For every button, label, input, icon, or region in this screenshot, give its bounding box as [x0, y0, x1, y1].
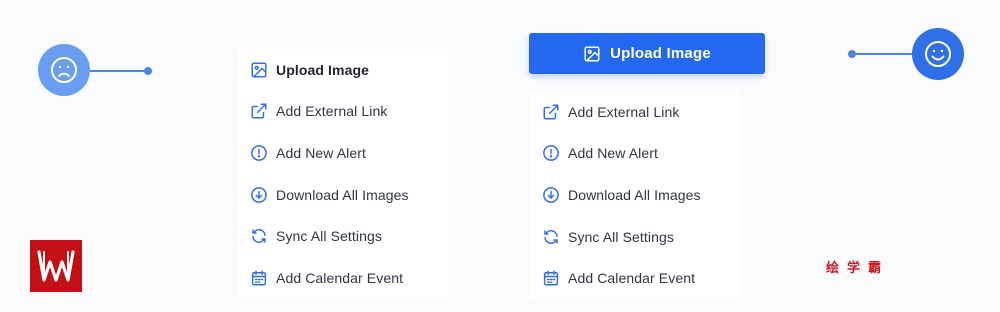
external-link-icon [250, 102, 268, 120]
image-icon [250, 61, 268, 79]
menu-item-add-new-alert[interactable]: Add New Alert [530, 132, 740, 175]
download-circle-icon [250, 186, 268, 204]
menu-item-label: Download All Images [276, 186, 409, 203]
menu-item-upload-image[interactable]: Upload Image [238, 49, 448, 91]
menu-bad-example: Upload Image Add External Link Add New A… [238, 49, 448, 299]
sync-icon [250, 227, 268, 245]
brand-watermark-text: 绘学霸 [826, 261, 890, 276]
menu-item-label: Upload Image [276, 61, 369, 78]
menu-item-add-calendar-event[interactable]: Add Calendar Event [530, 257, 740, 299]
sad-face-icon [38, 44, 90, 96]
connector-dot [848, 50, 856, 58]
menu-item-label: Add Calendar Event [276, 269, 404, 286]
menu-item-download-all-images[interactable]: Download All Images [530, 174, 740, 216]
menu-item-add-external-link[interactable]: Add External Link [530, 91, 740, 133]
menu-item-label: Sync All Settings [276, 228, 382, 245]
menu-item-label: Add Calendar Event [568, 270, 696, 287]
menu-item-label: Add External Link [276, 103, 388, 120]
menu-item-add-new-alert[interactable]: Add New Alert [238, 132, 448, 174]
brand-logo [30, 240, 82, 292]
menu-item-sync-all-settings[interactable]: Sync All Settings [530, 215, 740, 258]
connector-line-good [848, 50, 912, 58]
menu-item-add-calendar-event[interactable]: Add Calendar Event [238, 256, 448, 299]
sync-icon [542, 228, 560, 246]
menu-item-label: Download All Images [568, 186, 701, 203]
menu-item-label: Add New Alert [568, 145, 659, 162]
calendar-icon [542, 269, 560, 287]
alert-circle-icon [542, 144, 560, 162]
menu-item-sync-all-settings[interactable]: Sync All Settings [238, 215, 448, 257]
menu-good-example: Add External Link Add New Alert Download… [530, 91, 740, 299]
calendar-icon [250, 269, 268, 287]
download-circle-icon [542, 186, 560, 204]
upload-image-button-label: Upload Image [610, 45, 711, 62]
image-icon [583, 45, 601, 63]
connector-dot [144, 67, 152, 75]
happy-face-icon [912, 28, 964, 80]
menu-item-label: Sync All Settings [568, 228, 674, 245]
connector-line-bad [90, 67, 152, 75]
upload-image-button[interactable]: Upload Image [529, 33, 765, 74]
menu-item-add-external-link[interactable]: Add External Link [238, 90, 448, 133]
menu-item-label: Add External Link [568, 103, 680, 120]
menu-item-download-all-images[interactable]: Download All Images [238, 173, 448, 216]
alert-circle-icon [250, 144, 268, 162]
menu-item-label: Add New Alert [276, 144, 367, 161]
external-link-icon [542, 103, 560, 121]
